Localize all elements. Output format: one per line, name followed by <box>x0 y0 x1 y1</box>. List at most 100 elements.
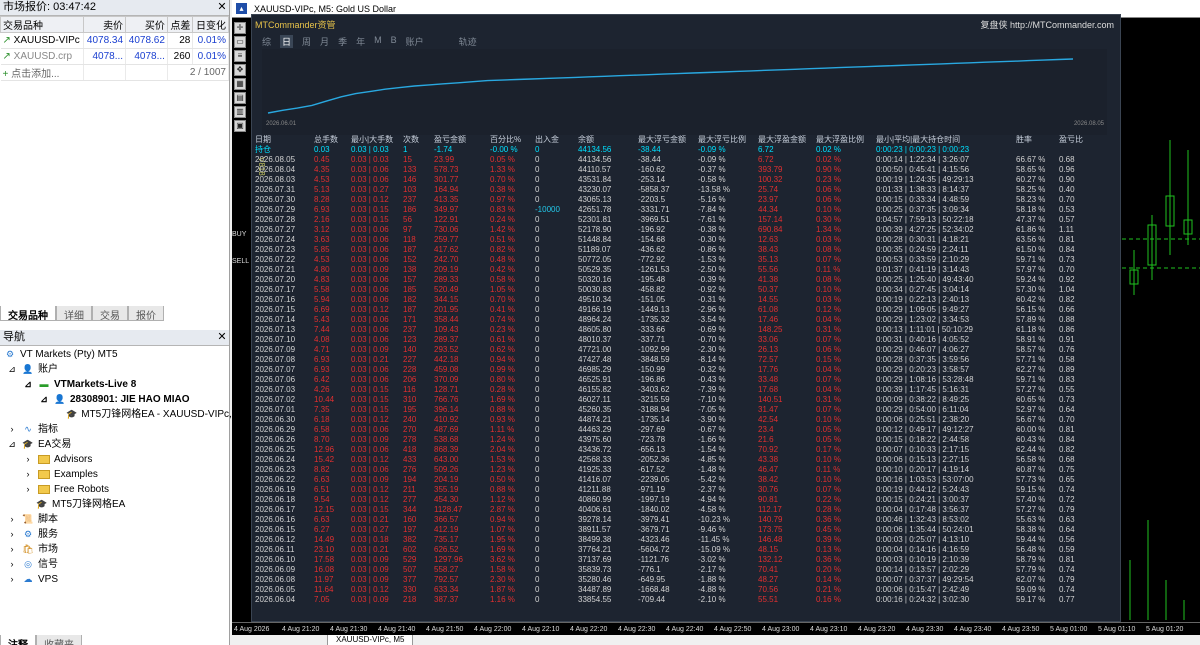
stat-cell: 52178.90 <box>578 225 612 234</box>
market-watch-panel: 市场报价: 03:47:42 ✕ 交易品种 卖价 买价 点差 日变化 ↗ XAU… <box>0 0 230 330</box>
expand-icon[interactable]: › <box>6 544 18 555</box>
tree-item-signals[interactable]: › ◎ 信号 <box>0 557 229 572</box>
expand-icon[interactable]: › <box>6 574 18 585</box>
column-header-spread[interactable]: 点差 <box>166 16 194 33</box>
tab-period[interactable]: B <box>391 35 397 48</box>
user-icon: 👤 <box>54 394 66 404</box>
table-row[interactable]: ↗ XAUUSD-VIPc 4078.34 4078.62 28 0.01% <box>0 32 229 49</box>
collapse-icon[interactable]: ⊿ <box>22 379 34 390</box>
tree-item-server[interactable]: ⊿ ▬ VTMarkets-Live 8 <box>0 377 229 392</box>
stat-cell: 0:00:28 | 0:37:35 | 3:59:56 <box>876 355 970 364</box>
stat-cell: 6.18 <box>314 415 330 424</box>
tab-period[interactable]: 月 <box>320 35 329 48</box>
settings-icon[interactable]: ▣ <box>234 120 246 132</box>
collapse-icon[interactable]: ⊿ <box>6 364 18 375</box>
tab-period[interactable]: 轨迹 <box>459 35 477 48</box>
tree-item-folder[interactable]: › Free Robots <box>0 482 229 497</box>
tree-item-vps[interactable]: › ☁ VPS <box>0 572 229 587</box>
table-row: 2026.06.23 8.82 0.03 | 0.06 276 509.26 1.23 %… <box>255 465 1089 475</box>
column-header-symbol[interactable]: 交易品种 <box>0 16 85 33</box>
tab-trading[interactable]: 交易 <box>92 306 128 322</box>
tab-symbols[interactable]: 交易品种 <box>0 306 56 322</box>
tree-item-label: 市场 <box>38 544 58 555</box>
stat-cell: 0:00:16 | 0:24:32 | 3:02:30 <box>876 595 970 604</box>
table-row: 2026.06.16 6.63 0.03 | 0.21 160 366.57 0.94 %… <box>255 515 1089 525</box>
list-icon[interactable]: ≡ <box>234 50 246 62</box>
tree-item-market[interactable]: › 🛍 市场 <box>0 542 229 557</box>
stat-cell: 0.96 <box>1059 165 1075 174</box>
stat-cell: -1092.99 <box>638 345 670 354</box>
stat-cell: 146 <box>403 175 417 184</box>
tab-chart-blank[interactable] <box>232 635 328 645</box>
tab-period[interactable]: 周 <box>302 35 311 48</box>
expand-icon[interactable]: › <box>6 514 18 525</box>
stat-cell: 0.03 | 0.06 <box>351 285 389 294</box>
minimize-icon[interactable]: ▭ <box>234 36 246 48</box>
chart-tool-icon[interactable]: ▦ <box>234 78 246 90</box>
stat-cell: 289.37 <box>434 335 459 344</box>
collapse-icon[interactable]: ⊿ <box>6 439 18 450</box>
close-icon[interactable]: ✕ <box>215 0 229 15</box>
stat-cell: 0.90 <box>1059 175 1075 184</box>
tree-item-accounts[interactable]: ⊿ 👤 账户 <box>0 362 229 377</box>
tree-item-account[interactable]: ⊿ 👤 28308901: JIE HAO MIAO <box>0 392 229 407</box>
tree-item-folder[interactable]: › Advisors <box>0 452 229 467</box>
services-icon: ⚙ <box>23 529 33 539</box>
tab-period[interactable]: 综 <box>262 35 271 48</box>
tree-item-services[interactable]: › ⚙ 服务 <box>0 527 229 542</box>
signals-icon: ◎ <box>24 559 32 569</box>
stat-cell: -3.90 % <box>698 415 726 424</box>
column-header-ask[interactable]: 买价 <box>125 16 168 33</box>
panel-brand[interactable]: 复盘侠 http://MTCommander.com <box>980 18 1114 31</box>
table-row: 2026.06.24 15.42 0.03 | 0.12 433 643.00 1.53 … <box>255 455 1089 465</box>
tree-item-attached-ea[interactable]: 🎓 MT5刀锋网格EA - XAUUSD-VIPc,M <box>0 407 240 422</box>
close-icon[interactable]: ✕ <box>215 330 229 345</box>
stat-cell: 0.08 % <box>816 245 841 254</box>
table-row[interactable]: ↗ XAUUSD.crp 4078... 4078... 260 0.01% <box>0 48 229 65</box>
stat-cell: 39278.14 <box>578 515 612 524</box>
stat-cell: 152 <box>403 255 417 264</box>
column-header-bid[interactable]: 卖价 <box>83 16 127 33</box>
tab-period[interactable]: M <box>374 35 382 48</box>
stat-cell: 433 <box>403 455 417 464</box>
tree-item-folder[interactable]: › Examples <box>0 467 229 482</box>
table-row: 2026.07.31 5.13 0.03 | 0.27 103 164.94 0.38 %… <box>255 185 1089 195</box>
stat-cell: 0.74 <box>1059 485 1075 494</box>
tree-item-scripts[interactable]: › 📜 脚本 <box>0 512 229 527</box>
tree-item-broker[interactable]: ⚙ VT Markets (Pty) MT5 <box>0 347 229 362</box>
tab-chart[interactable]: XAUUSD-VIPc, M5 <box>328 635 414 645</box>
expand-icon[interactable]: › <box>6 529 18 540</box>
tab-ticks[interactable]: 报价 <box>128 306 164 322</box>
grid-icon[interactable]: ▥ <box>234 106 246 118</box>
column-header-daily-change[interactable]: 日变化 <box>192 16 229 33</box>
expand-icon[interactable]: › <box>6 559 18 570</box>
stat-cell: 23.97 <box>758 195 779 204</box>
stat-cell: 0.59 <box>1059 545 1075 554</box>
add-symbol-link[interactable]: 点击添加... <box>11 69 59 80</box>
tree-item-expert-advisors[interactable]: ⊿ 🎓 EA交易 <box>0 437 229 452</box>
stat-cell: 0.03 | 0.03 <box>351 145 389 154</box>
tab-favorites[interactable]: 收藏夹 <box>36 635 82 645</box>
tab-period[interactable]: 季 <box>338 35 347 48</box>
expand-icon[interactable]: › <box>22 469 34 480</box>
tab-common[interactable]: 注释 <box>0 635 36 645</box>
stat-cell: 0.73 <box>1059 395 1075 404</box>
chart-window[interactable]: ▴ XAUUSD-VIPc, M5: Gold US Dollar ✛ ▭ ≡ … <box>232 0 1200 645</box>
expand-icon[interactable]: › <box>22 454 34 465</box>
tab-period-selected[interactable]: 日 <box>280 35 294 48</box>
stat-cell: 2026.07.29 <box>255 205 296 214</box>
tree-item-indicators[interactable]: › ∿ 指标 <box>0 422 229 437</box>
move-icon[interactable]: ✥ <box>234 64 246 76</box>
crosshair-icon[interactable]: ✛ <box>234 22 246 34</box>
tab-period[interactable]: 年 <box>356 35 365 48</box>
collapse-icon[interactable]: ⊿ <box>38 394 50 405</box>
expand-icon[interactable]: › <box>6 424 18 435</box>
expand-icon[interactable]: › <box>22 484 34 495</box>
table-row[interactable]: + 点击添加... 2 / 1007 <box>0 64 230 81</box>
tree-item-ea[interactable]: 🎓 MT5刀锋网格EA <box>0 497 229 512</box>
template-icon[interactable]: ▤ <box>234 92 246 104</box>
stat-cell: 59.09 % <box>1016 585 1046 594</box>
tab-details[interactable]: 详细 <box>56 306 92 322</box>
tab-period[interactable]: 账户 <box>406 35 424 48</box>
stat-cell: 2026.06.11 <box>255 545 295 554</box>
